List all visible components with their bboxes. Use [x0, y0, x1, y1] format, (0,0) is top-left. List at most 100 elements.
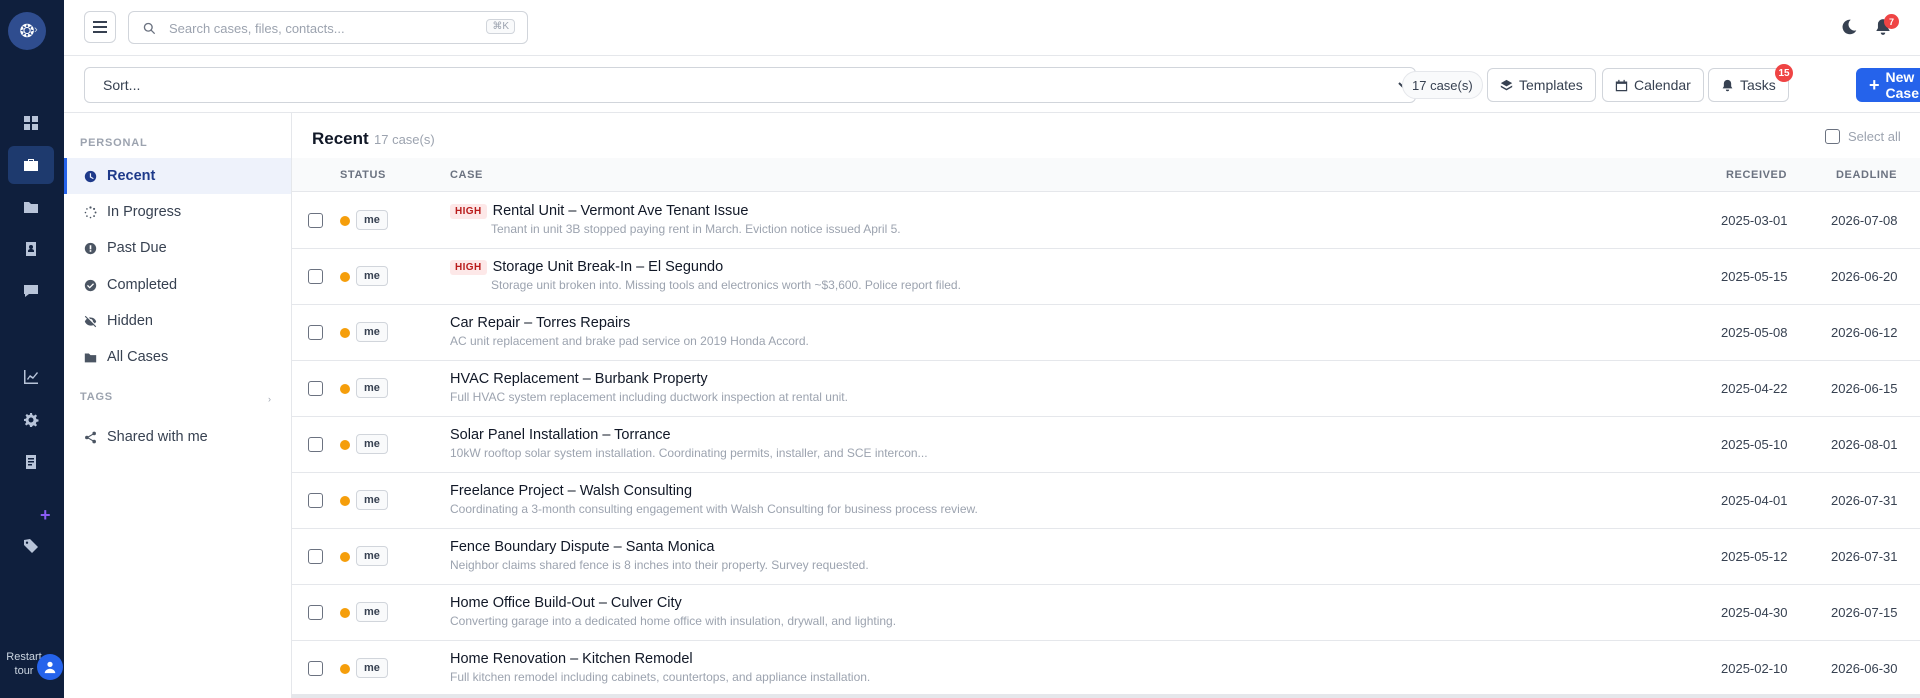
avatar[interactable] [37, 654, 63, 680]
sidebar-item-label: All Cases [107, 349, 169, 365]
rail-documents[interactable] [8, 443, 54, 481]
table-row[interactable]: me HVAC Replacement – Burbank Property Ful… [292, 361, 1920, 417]
table-row[interactable]: me HIGH Rental Unit – Vermont Ave Tenant I… [292, 193, 1920, 249]
notification-count-badge: 7 [1884, 14, 1899, 29]
sidebar-item-in-progress[interactable]: In Progress [64, 194, 291, 230]
sidebar-item-past-due[interactable]: Past Due [64, 230, 291, 266]
case-title[interactable]: Storage Unit Break-In – El Segundo [493, 259, 724, 275]
rail-files[interactable] [8, 188, 54, 226]
row-checkbox[interactable] [308, 549, 323, 564]
column-case[interactable]: CASE [450, 169, 483, 181]
row-checkbox[interactable] [308, 437, 323, 452]
share-icon [85, 431, 96, 443]
search-input[interactable] [169, 18, 469, 38]
select-all-checkbox[interactable] [1825, 129, 1840, 144]
sidebar-item-completed[interactable]: Completed [64, 267, 291, 303]
briefcase-icon [24, 159, 38, 171]
case-title[interactable]: Solar Panel Installation – Torrance [450, 427, 671, 443]
deadline-date: 2026-06-20 [1831, 269, 1898, 284]
deadline-date: 2026-07-31 [1831, 493, 1898, 508]
case-cell[interactable]: HIGH Storage Unit Break-In – El Segundo St… [450, 259, 1450, 292]
personal-section-label: PERSONAL [80, 137, 148, 149]
sidebar-item-shared[interactable]: Shared with me [64, 419, 291, 455]
assignee-badge: me [356, 546, 388, 566]
sidebar-item-recent[interactable]: Recent [64, 158, 291, 194]
app-logo[interactable]: ❂ [8, 12, 46, 50]
table-header: STATUS CASE RECEIVED DEADLINE [292, 158, 1920, 192]
chart-line-icon [24, 370, 38, 384]
case-description: AC unit replacement and brake pad servic… [450, 334, 809, 348]
case-title[interactable]: Home Renovation – Kitchen Remodel [450, 651, 693, 667]
case-cell[interactable]: Solar Panel Installation – Torrance 10kW … [450, 427, 1450, 460]
alert-circle-icon [84, 242, 97, 254]
expand-rail-icon[interactable]: › [34, 24, 38, 36]
column-status[interactable]: STATUS [340, 169, 386, 181]
sidebar-item-label: In Progress [107, 204, 182, 220]
tags-section-label: TAGS [80, 391, 113, 403]
calendar-button[interactable]: Calendar [1602, 68, 1704, 102]
assignee-badge: me [356, 322, 388, 342]
column-deadline[interactable]: DEADLINE [1836, 169, 1897, 181]
assignee-badge: me [356, 602, 388, 622]
table-row[interactable]: me Home Office Build-Out – Culver City Con… [292, 585, 1920, 641]
case-title[interactable]: HVAC Replacement – Burbank Property [450, 371, 708, 387]
table-row[interactable]: me HIGH Storage Unit Break-In – El Segundo… [292, 249, 1920, 305]
filter-sidebar: PERSONAL Recent In Progress Past Due Com… [64, 113, 292, 698]
row-checkbox[interactable] [308, 493, 323, 508]
table-row[interactable]: me Car Repair – Torres Repairs AC unit rep… [292, 305, 1920, 361]
case-title[interactable]: Rental Unit – Vermont Ave Tenant Issue [493, 203, 749, 219]
table-row[interactable]: me Solar Panel Installation – Torrance 10k… [292, 417, 1920, 473]
case-cell[interactable]: Car Repair – Torres Repairs AC unit repla… [450, 315, 1450, 348]
case-cell[interactable]: HVAC Replacement – Burbank Property Full … [450, 371, 1450, 404]
rail-analytics[interactable] [8, 358, 54, 396]
table-row[interactable]: me Freelance Project – Walsh Consulting Co… [292, 473, 1920, 529]
case-cell[interactable]: Fence Boundary Dispute – Santa Monica Nei… [450, 539, 1450, 572]
horizontal-scrollbar[interactable] [292, 694, 1920, 698]
table-row[interactable]: me Fence Boundary Dispute – Santa Monica N… [292, 529, 1920, 585]
sort-select[interactable]: Sort... [93, 71, 1411, 99]
sidebar-item-hidden[interactable]: Hidden [64, 303, 291, 339]
case-cell[interactable]: Home Renovation – Kitchen Remodel Full ki… [450, 651, 1450, 684]
row-checkbox[interactable] [308, 605, 323, 620]
search-icon [143, 22, 156, 35]
tag-icon [24, 539, 38, 553]
case-cell[interactable]: Home Office Build-Out – Culver City Conve… [450, 595, 1450, 628]
row-checkbox[interactable] [308, 269, 323, 284]
plus-icon: + [1869, 74, 1880, 95]
select-all-toggle[interactable]: Select all [1825, 129, 1901, 144]
templates-button[interactable]: Templates [1487, 68, 1596, 102]
rail-cases[interactable] [8, 146, 54, 184]
row-checkbox[interactable] [308, 381, 323, 396]
rail-settings[interactable] [8, 401, 54, 439]
rail-dashboard[interactable] [8, 104, 54, 142]
moon-icon[interactable] [1840, 18, 1858, 36]
case-description: Tenant in unit 3B stopped paying rent in… [491, 222, 901, 236]
tasks-label: Tasks [1740, 77, 1776, 93]
sidebar-item-label: Recent [107, 168, 156, 184]
deadline-date: 2026-07-31 [1831, 549, 1898, 564]
case-cell[interactable]: HIGH Rental Unit – Vermont Ave Tenant Iss… [450, 203, 1450, 236]
case-title[interactable]: Fence Boundary Dispute – Santa Monica [450, 539, 714, 555]
menu-toggle-button[interactable] [84, 11, 116, 43]
row-checkbox[interactable] [308, 661, 323, 676]
case-title[interactable]: Car Repair – Torres Repairs [450, 315, 630, 331]
row-checkbox[interactable] [308, 325, 323, 340]
case-title[interactable]: Home Office Build-Out – Culver City [450, 595, 682, 611]
case-description: Full HVAC system replacement including d… [450, 390, 848, 404]
document-icon [26, 455, 36, 469]
received-date: 2025-05-15 [1721, 269, 1788, 284]
new-case-button[interactable]: + New Case [1856, 68, 1920, 102]
rail-contacts[interactable] [8, 230, 54, 268]
table-row[interactable]: me Home Renovation – Kitchen Remodel Full … [292, 641, 1920, 697]
case-title[interactable]: Freelance Project – Walsh Consulting [450, 483, 692, 499]
sidebar-item-all-cases[interactable]: All Cases [64, 339, 291, 375]
case-cell[interactable]: Freelance Project – Walsh Consulting Coor… [450, 483, 1450, 516]
rail-messages[interactable] [8, 272, 54, 310]
add-icon[interactable]: + [40, 505, 51, 526]
row-checkbox[interactable] [308, 213, 323, 228]
sort-select-wrapper: Sort... [84, 67, 1416, 103]
column-received[interactable]: RECEIVED [1726, 169, 1787, 181]
tags-expand-icon[interactable]: › [268, 394, 271, 404]
rail-tags[interactable] [8, 527, 54, 565]
deadline-date: 2026-06-30 [1831, 661, 1898, 676]
